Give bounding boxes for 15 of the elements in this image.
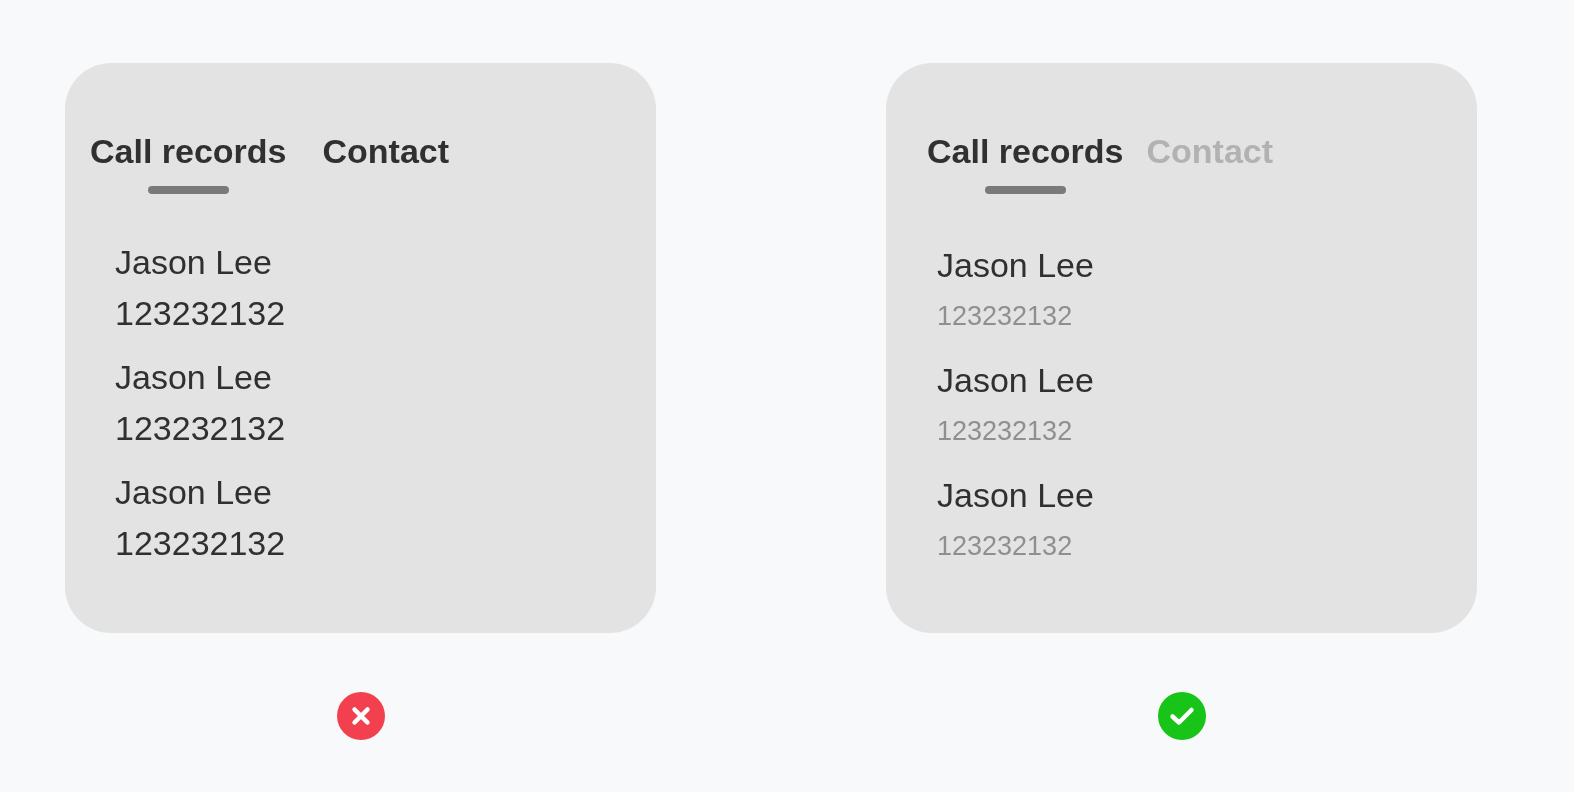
phone-number: 123232132: [937, 300, 1073, 333]
contact-name: Jason Lee: [937, 245, 1094, 286]
tab[interactable]: Contact: [322, 131, 450, 194]
contact-name: Jason Lee: [115, 472, 272, 513]
phone-number: 123232132: [115, 408, 286, 449]
contact-name: Jason Lee: [115, 357, 272, 398]
tab[interactable]: Call records: [90, 131, 287, 194]
phone-number: 123232132: [937, 530, 1073, 563]
phone-number: 123232132: [115, 293, 286, 334]
phone-number: 123232132: [115, 523, 286, 564]
tab[interactable]: Call records: [927, 131, 1124, 194]
contact-name: Jason Lee: [115, 242, 272, 283]
contact-name: Jason Lee: [937, 360, 1094, 401]
phone-number: 123232132: [937, 415, 1073, 448]
contact-name: Jason Lee: [937, 475, 1094, 516]
